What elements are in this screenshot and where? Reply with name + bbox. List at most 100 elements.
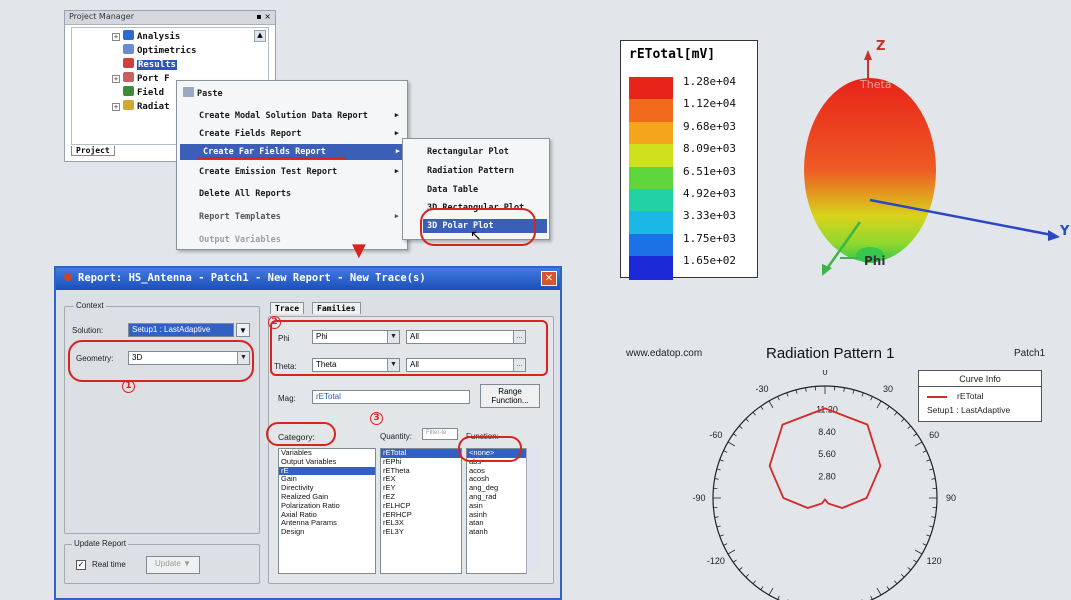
chart-title: Radiation Pattern 1 xyxy=(766,345,895,362)
function-scrollbar[interactable] xyxy=(526,448,538,574)
polar-tick xyxy=(760,586,764,590)
polar-tick xyxy=(926,534,931,537)
z-axis-label: Z xyxy=(876,39,885,54)
polar-tick xyxy=(738,425,743,429)
radial-tick-label: 5.60 xyxy=(818,449,836,459)
polar-tick xyxy=(914,441,923,447)
tab-families[interactable]: Families xyxy=(312,302,361,314)
solution-select[interactable]: Setup1 : LastAdaptive xyxy=(128,323,234,337)
menu-item-output-variables[interactable]: Output Variables xyxy=(199,235,281,245)
submenu-radiation-pattern[interactable]: Radiation Pattern xyxy=(427,166,514,176)
menu-item-fields-report[interactable]: Create Fields Report ▶ xyxy=(199,129,403,139)
quantity-list[interactable]: rETotal rEPhi rETheta rEX rEY rEZ rELHCP rERHCP… xyxy=(380,448,462,574)
analysis-icon xyxy=(123,30,134,40)
range-function-button[interactable]: Range Function... xyxy=(480,384,540,408)
tree-item-analysis[interactable]: + Analysis xyxy=(112,30,180,42)
mag-label: Mag: xyxy=(278,394,296,403)
submenu-data-table[interactable]: Data Table xyxy=(427,185,478,195)
theta-label: Theta xyxy=(859,78,892,91)
polar-tick xyxy=(752,580,756,585)
menu-item-report-templates[interactable]: Report Templates ▶ xyxy=(199,212,403,222)
polar-tick xyxy=(805,387,807,392)
polar-tick xyxy=(745,418,749,422)
close-icon[interactable]: ✕ xyxy=(541,271,557,286)
tree-item-radiation[interactable]: + Radiat xyxy=(112,100,170,112)
solution-dropdown-icon[interactable]: ▼ xyxy=(236,323,250,337)
quantity-label: Quantity: xyxy=(380,432,413,441)
polar-tick xyxy=(777,595,780,600)
menu-item-emission-report[interactable]: Create Emission Test Report ▶ xyxy=(199,167,403,177)
submenu-arrow-icon: ▶ xyxy=(394,129,399,137)
polar-tick xyxy=(931,478,936,480)
category-list[interactable]: Variables Output Variables rE Gain Directivi… xyxy=(278,448,376,574)
annotation-underline xyxy=(198,157,346,159)
submenu-arrow-icon: ▶ xyxy=(395,147,400,155)
polar-tick xyxy=(760,406,764,410)
polar-tick xyxy=(714,516,719,518)
update-report-label: Update Report xyxy=(72,539,129,548)
polar-tick xyxy=(901,574,905,578)
polar-tick xyxy=(870,396,873,401)
mag-input[interactable]: rETotal xyxy=(312,390,470,404)
category-list-item[interactable]: Design xyxy=(279,527,375,537)
scroll-up-icon[interactable]: ▲ xyxy=(254,30,266,42)
app-icon xyxy=(64,273,72,281)
polar-tick xyxy=(929,468,934,471)
polar-tick xyxy=(926,459,931,462)
annotation-number: 2 xyxy=(268,316,281,329)
context-label: Context xyxy=(74,301,106,310)
polar-tick xyxy=(894,580,898,585)
realtime-checkbox[interactable]: ✓ xyxy=(76,560,86,570)
polar-tick xyxy=(886,406,890,410)
menu-item-paste[interactable]: Paste xyxy=(183,87,223,99)
panel-close-icon[interactable]: ▪ × xyxy=(256,12,271,21)
polar-tick xyxy=(922,450,927,453)
tab-trace[interactable]: Trace xyxy=(270,302,305,314)
optimetrics-icon xyxy=(123,44,134,54)
tree-item-port-field[interactable]: + Port F xyxy=(112,72,170,84)
polar-tick xyxy=(727,441,736,447)
quantity-list-item[interactable]: rEL3Y xyxy=(381,527,461,537)
polar-tick xyxy=(768,587,774,596)
polar-tick xyxy=(894,411,898,416)
tree-item-field[interactable]: Field xyxy=(123,86,164,98)
angle-tick-label: 60 xyxy=(929,430,939,440)
polar-tick xyxy=(843,387,845,392)
angle-tick-label: -90 xyxy=(692,493,705,503)
menu-item-modal-report[interactable]: Create Modal Solution Data Report ▶ xyxy=(199,111,403,121)
polar-tick xyxy=(716,468,721,471)
legend-value: 1.65e+02 xyxy=(683,254,736,268)
dialog-titlebar: Report: HS_Antenna - Patch1 - New Report… xyxy=(56,268,560,290)
legend-swatch xyxy=(629,211,673,236)
radial-tick-label: 8.40 xyxy=(818,427,836,437)
submenu-arrow-icon: ▶ xyxy=(394,167,399,175)
legend-swatch xyxy=(629,144,673,169)
dialog-title: Report: HS_Antenna - Patch1 - New Report… xyxy=(78,272,426,284)
polar-tick xyxy=(876,587,882,596)
tree-item-optimetrics[interactable]: Optimetrics xyxy=(123,44,197,56)
polar-tick xyxy=(714,478,719,480)
radiation-icon xyxy=(123,100,134,110)
annotation-circle xyxy=(266,422,336,446)
polar-tick xyxy=(852,389,855,394)
submenu-rectangular-plot[interactable]: Rectangular Plot xyxy=(427,147,509,157)
tab-project[interactable]: Project xyxy=(71,146,115,156)
tree-item-results[interactable]: Results xyxy=(123,58,177,70)
angle-tick-label: 0 xyxy=(822,370,827,377)
angle-tick-label: -120 xyxy=(707,556,725,566)
menu-item-delete-reports[interactable]: Delete All Reports xyxy=(199,189,291,199)
y-arrow-icon xyxy=(1048,230,1060,241)
legend-swatch xyxy=(629,121,673,146)
field-icon xyxy=(123,86,134,96)
color-legend: rETotal[mV] 1.28e+04 1.12e+04 9.68e+03 8.09… xyxy=(620,40,758,281)
polar-tick xyxy=(914,549,923,555)
paste-icon xyxy=(183,87,194,97)
legend-value: 6.51e+03 xyxy=(683,164,736,178)
category-list-item[interactable]: Output Variables xyxy=(279,457,375,467)
polar-tick xyxy=(777,396,780,401)
quantity-filter[interactable]: Filter-te xyxy=(422,428,458,440)
update-button[interactable]: Update ▼ xyxy=(146,556,200,574)
polar-tick xyxy=(929,525,934,528)
polar-tick xyxy=(716,525,721,528)
polar-tick xyxy=(719,459,724,462)
